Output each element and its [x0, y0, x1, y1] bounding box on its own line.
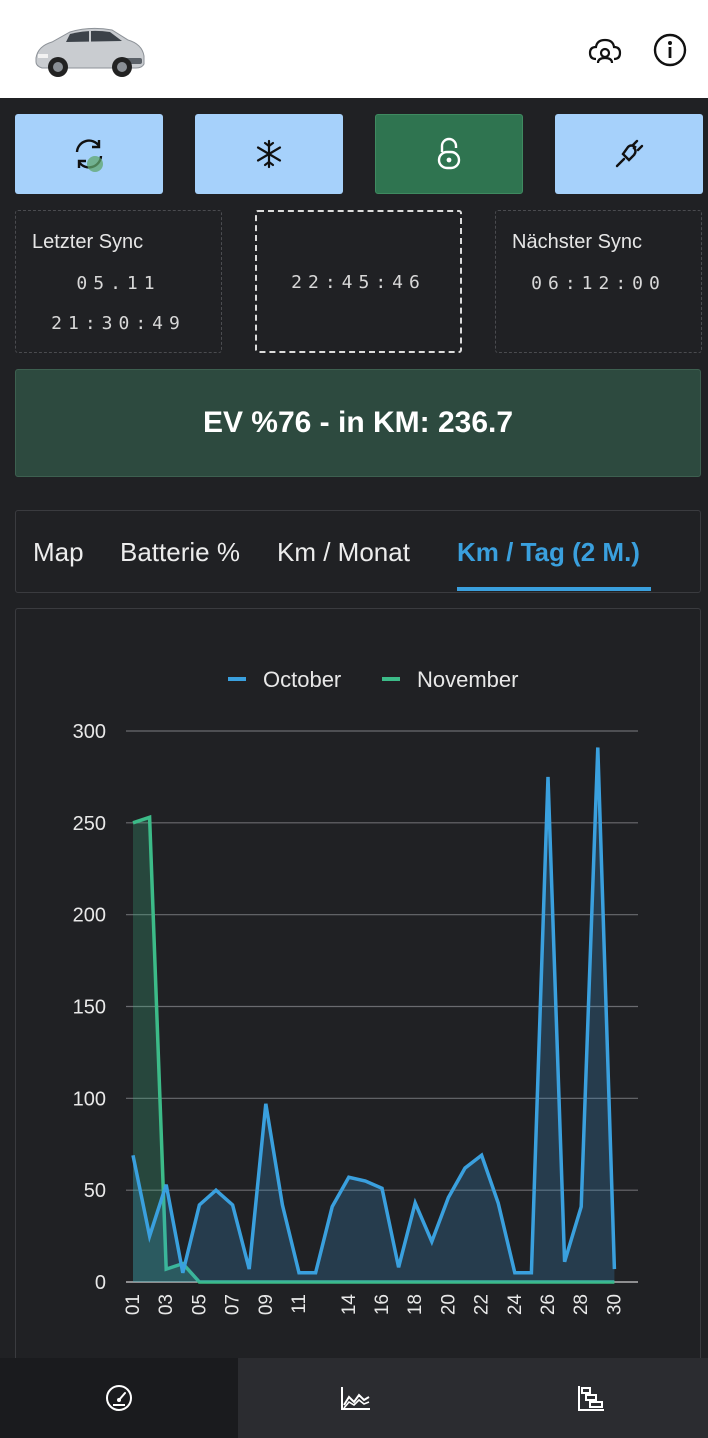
gantt-icon — [577, 1386, 604, 1411]
last-sync-time: 21:30:49 — [51, 313, 186, 334]
nav-dashboard[interactable] — [0, 1358, 238, 1438]
x-tick-label: 03 — [156, 1294, 177, 1315]
y-tick-label: 250 — [73, 813, 106, 835]
charge-button[interactable] — [555, 114, 703, 194]
x-tick-label: 24 — [505, 1294, 526, 1316]
y-tick-label: 300 — [73, 721, 106, 743]
legend-label: November — [417, 667, 518, 692]
legend-label: October — [263, 667, 341, 692]
refresh-icon — [75, 139, 103, 172]
snowflake-icon — [256, 139, 282, 169]
x-tick-label: 28 — [571, 1294, 592, 1315]
x-tick-label: 22 — [472, 1294, 493, 1315]
km-per-day-chart: 0 50 100 150 200 250 300 01 03 05 07 09 11 14 16 18 20 22… — [73, 667, 638, 1316]
ev-status-text: EV %76 - in KM: 236.7 — [202, 406, 514, 439]
next-sync-box: Nächster Sync 06:12:00 — [495, 210, 702, 353]
ev-status-box: EV %76 - in KM: 236.7 — [15, 369, 701, 477]
tab-km-day[interactable]: Km / Tag (2 M.) — [457, 537, 640, 568]
chart-card: 0 50 100 150 200 250 300 01 03 05 07 09 11 14 16 18 20 22… — [15, 608, 701, 1368]
y-tick-label: 0 — [95, 1272, 106, 1294]
x-tick-label: 16 — [372, 1294, 393, 1315]
header — [0, 0, 708, 98]
y-tick-label: 150 — [73, 997, 106, 1019]
next-sync-time: 06:12:00 — [531, 273, 666, 294]
bottom-nav — [0, 1358, 708, 1438]
x-tick-label: 07 — [223, 1294, 244, 1315]
x-tick-label: 14 — [339, 1294, 360, 1316]
cloud-user-icon[interactable] — [587, 32, 623, 68]
lock-button[interactable] — [375, 114, 523, 194]
sync-button[interactable] — [15, 114, 163, 194]
active-tab-indicator — [457, 587, 651, 591]
y-tick-label: 50 — [84, 1180, 106, 1202]
info-icon[interactable] — [652, 32, 688, 68]
x-tick-label: 20 — [438, 1294, 459, 1315]
last-sync-label: Letzter Sync — [32, 231, 144, 253]
nav-stats[interactable] — [238, 1358, 473, 1438]
climate-button[interactable] — [195, 114, 343, 194]
last-sync-box: Letzter Sync 05.11 21:30:49 — [15, 210, 222, 353]
y-tick-label: 100 — [73, 1088, 106, 1110]
y-tick-label: 200 — [73, 905, 106, 927]
tab-km-month[interactable]: Km / Monat — [277, 537, 410, 568]
tab-bar: Map Batterie % Km / Monat Km / Tag (2 M.… — [15, 510, 701, 593]
plug-icon — [615, 139, 644, 168]
x-tick-label: 01 — [123, 1294, 144, 1315]
tab-map[interactable]: Map — [33, 537, 84, 568]
car-image — [35, 27, 145, 77]
x-tick-label: 18 — [405, 1294, 426, 1315]
last-sync-date: 05.11 — [76, 273, 161, 294]
current-time: 22:45:46 — [291, 272, 426, 293]
nav-timeline[interactable] — [473, 1358, 708, 1438]
next-sync-label: Nächster Sync — [512, 231, 643, 253]
x-tick-label: 05 — [189, 1294, 210, 1315]
x-tick-label: 30 — [604, 1294, 625, 1315]
area-chart-icon — [340, 1387, 370, 1410]
tab-battery[interactable]: Batterie % — [120, 537, 240, 568]
app: Letzter Sync 05.11 21:30:49 22:45:46 Näc… — [0, 0, 708, 1438]
x-tick-label: 09 — [256, 1294, 277, 1315]
current-time-box: 22:45:46 — [255, 210, 462, 353]
speedometer-icon — [106, 1385, 132, 1411]
x-tick-label: 11 — [289, 1294, 310, 1314]
unlock-icon — [437, 137, 461, 170]
x-tick-label: 26 — [538, 1294, 559, 1315]
